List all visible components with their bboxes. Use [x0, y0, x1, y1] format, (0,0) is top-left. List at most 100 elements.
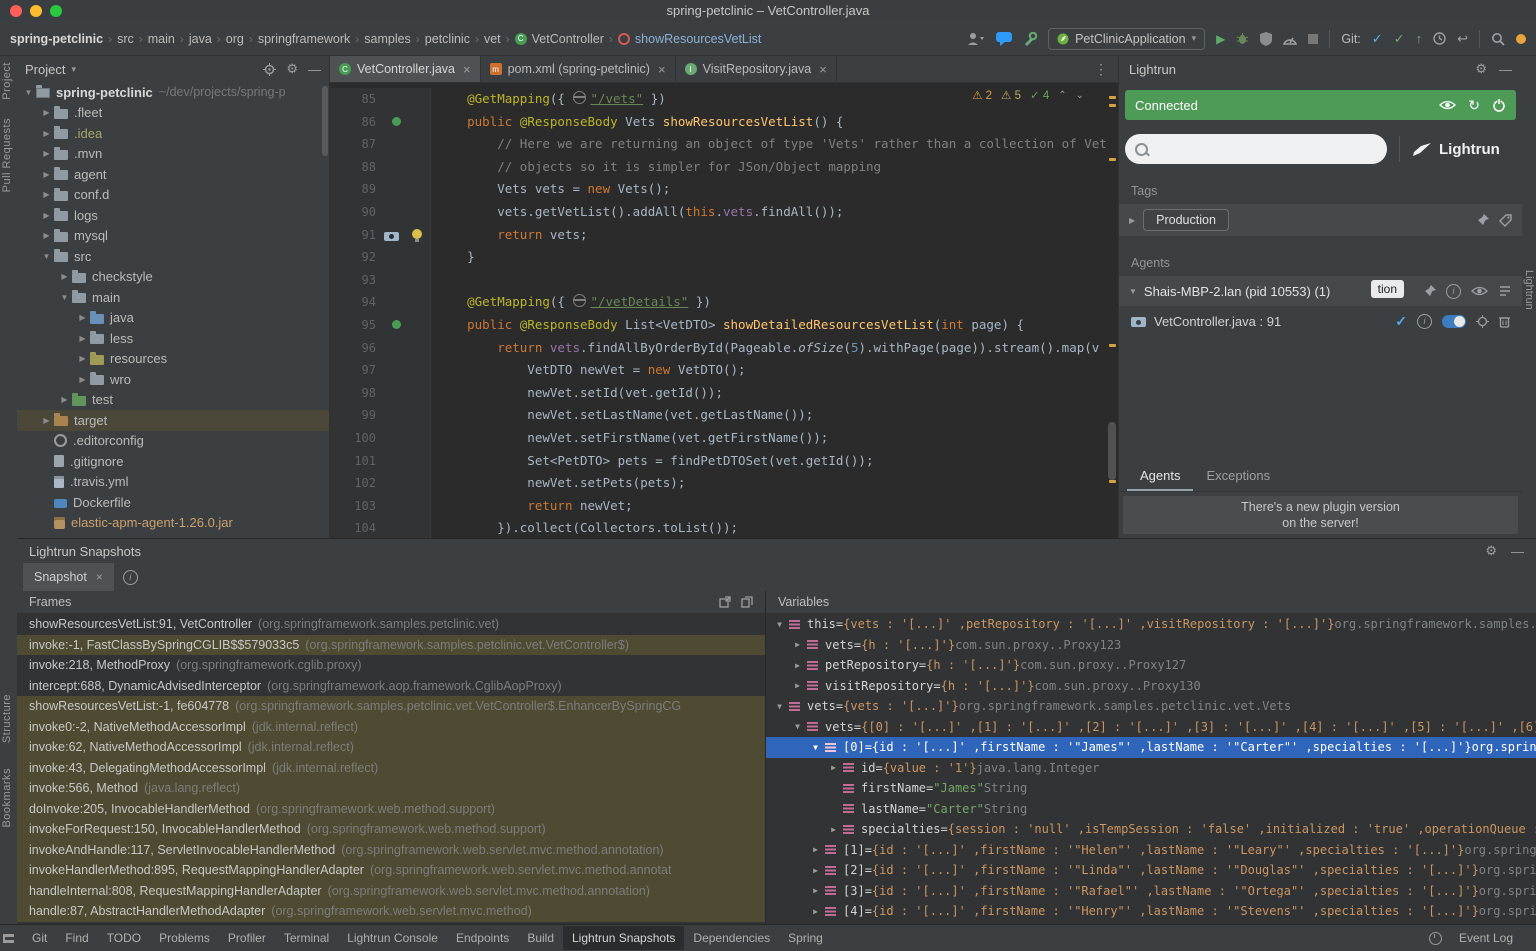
close-tab-icon[interactable]: ×: [463, 62, 471, 77]
close-tab-icon[interactable]: ×: [819, 62, 827, 77]
tree-item-fleet[interactable]: ▶ .fleet: [17, 103, 329, 124]
warning-stripe-mark[interactable]: [1109, 480, 1116, 483]
line-number[interactable]: 97: [330, 359, 382, 382]
editor-scrollbar[interactable]: [1106, 82, 1118, 538]
info-icon[interactable]: i: [1417, 313, 1432, 329]
delete-trash-icon[interactable]: [1499, 315, 1510, 328]
tool-stripe-structure[interactable]: Structure: [1, 694, 13, 743]
line-number[interactable]: 87: [330, 133, 382, 156]
snapshot-enabled-toggle[interactable]: [1442, 314, 1466, 328]
statusbar-build[interactable]: Build: [518, 926, 563, 950]
code-text[interactable]: VetDTO newVet = new VetDTO();: [431, 359, 745, 382]
breadcrumb-item-springframework[interactable]: springframework: [258, 32, 350, 46]
code-text[interactable]: }).collect(Collectors.toList());: [431, 517, 738, 538]
frame-row[interactable]: invoke:-1, FastClassBySpringCGLIB$$57903…: [17, 634, 765, 655]
update-project-icon[interactable]: ✓: [1372, 32, 1383, 45]
chevron-down-icon[interactable]: ▼: [21, 88, 36, 97]
tag-icon[interactable]: [1499, 213, 1512, 227]
tree-item-gitignore[interactable]: .gitignore: [17, 451, 329, 472]
tree-item-elastic-apm-agent-1-26-0-jar[interactable]: elastic-apm-agent-1.26.0.jar: [17, 513, 329, 534]
chevron-right-icon[interactable]: ▶: [39, 211, 54, 220]
variable-row[interactable]: ▼ [0] = {id : '[...]' ,firstName : '"Jame…: [766, 737, 1536, 758]
tag-row[interactable]: ▶ Production: [1119, 204, 1522, 236]
tree-item-checkstyle[interactable]: ▶ checkstyle: [17, 267, 329, 288]
frame-row[interactable]: doInvoke:205, InvocableHandlerMethod (org…: [17, 798, 765, 819]
code-text[interactable]: Set<PetDTO> pets = findPetDTOSet(vet.get…: [431, 450, 873, 473]
frame-row[interactable]: intercept:688, DynamicAdvisedInterceptor…: [17, 676, 765, 697]
chevron-down-icon[interactable]: ▼: [1129, 287, 1137, 296]
code-text[interactable]: return vets;: [431, 224, 587, 247]
line-number[interactable]: 104: [330, 517, 382, 538]
chevron-down-icon[interactable]: ▼: [808, 743, 823, 752]
code-text[interactable]: newVet.setLastName(vet.getLastName());: [431, 404, 813, 427]
variable-row[interactable]: ▶ [4] = {id : '[...]' ,firstName : '"Henr…: [766, 901, 1536, 922]
history-clock-icon[interactable]: [1433, 32, 1446, 45]
variable-row[interactable]: ▶ petRepository = {h : '[...]'} com.sun.p…: [766, 655, 1536, 676]
visibility-eye-icon[interactable]: [1471, 285, 1488, 297]
chevron-right-icon[interactable]: ▶: [75, 313, 90, 322]
chevron-right-icon[interactable]: ▶: [826, 763, 841, 772]
close-tab-icon[interactable]: ×: [658, 62, 666, 77]
frame-row[interactable]: invoke:218, MethodProxy (org.springframew…: [17, 655, 765, 676]
line-number[interactable]: 100: [330, 426, 382, 450]
chevron-right-icon[interactable]: ▶: [75, 334, 90, 343]
tag-production-pill[interactable]: Production: [1143, 209, 1229, 231]
frame-row[interactable]: showResourcesVetList:91, VetController (o…: [17, 614, 765, 635]
frame-row[interactable]: invokeHandlerMethod:895, RequestMappingH…: [17, 860, 765, 881]
line-number[interactable]: 96: [330, 336, 382, 360]
chevron-right-icon[interactable]: ▶: [39, 149, 54, 158]
code-text[interactable]: public @ResponseBody List<VetDTO> showDe…: [431, 314, 1024, 337]
chevron-right-icon[interactable]: ▶: [39, 190, 54, 199]
variable-row[interactable]: ▶ [3] = {id : '[...]' ,firstName : '"Rafa…: [766, 881, 1536, 902]
chevron-right-icon[interactable]: ▶: [808, 845, 823, 854]
variable-row[interactable]: ▶ id = {value : '1'} java.lang.Integer: [766, 758, 1536, 779]
line-number[interactable]: 95: [330, 313, 382, 337]
statusbar-spring[interactable]: Spring: [779, 926, 832, 950]
frame-row[interactable]: showResourcesVetList:-1, fe604778 (org.sp…: [17, 696, 765, 717]
chevron-right-icon[interactable]: ▶: [826, 825, 841, 834]
lightrun-tab-agents[interactable]: Agents: [1127, 461, 1194, 491]
code-text[interactable]: vets.getVetList().addAll(this.vets.findA…: [431, 201, 843, 224]
variable-row[interactable]: ▶ [1] = {id : '[...]' ,firstName : '"Hele…: [766, 840, 1536, 861]
pin-icon[interactable]: [1424, 285, 1436, 297]
tool-stripe-bookmarks[interactable]: Bookmarks: [1, 768, 13, 828]
snapshot-camera-icon[interactable]: [384, 230, 399, 241]
editor-scroll-thumb[interactable]: [1108, 422, 1116, 480]
line-number[interactable]: 94: [330, 291, 382, 314]
warning-stripe-mark[interactable]: [1109, 104, 1116, 107]
tree-item-target[interactable]: ▶ target: [17, 410, 329, 431]
line-number[interactable]: 92: [330, 246, 382, 269]
project-scrollbar[interactable]: [322, 86, 328, 156]
editor-tab-vetcontroller-java[interactable]: C VetController.java ×: [330, 56, 481, 82]
editor-tab-pom-xml-spring-petclinic[interactable]: m pom.xml (spring-petclinic) ×: [481, 56, 676, 82]
editor-options-kebab-icon[interactable]: ⋮: [1084, 56, 1118, 82]
open-frame-icon[interactable]: [719, 596, 731, 608]
coverage-button[interactable]: [1260, 31, 1273, 46]
tree-item-spring-petclinic[interactable]: ▼ spring-petclinic ~/dev/projects/spring-p: [17, 82, 329, 103]
chevron-right-icon[interactable]: ▶: [39, 416, 54, 425]
pin-icon[interactable]: [1477, 214, 1489, 226]
tree-item-java[interactable]: ▶ java: [17, 308, 329, 329]
line-number[interactable]: 89: [330, 178, 382, 201]
code-text[interactable]: return newVet;: [431, 495, 632, 518]
line-number[interactable]: 88: [330, 155, 382, 179]
tree-item-idea[interactable]: ▶ .idea: [17, 123, 329, 144]
tree-item-mvn[interactable]: ▶ .mvn: [17, 144, 329, 165]
refresh-icon[interactable]: ↻: [1468, 97, 1480, 114]
tree-item-editorconfig[interactable]: .editorconfig: [17, 431, 329, 452]
breadcrumb-item-showresourcesvetlist[interactable]: showResourcesVetList: [635, 32, 761, 46]
statusbar-find[interactable]: Find: [56, 926, 97, 950]
code-text[interactable]: [431, 269, 437, 292]
line-number[interactable]: 103: [330, 494, 382, 518]
lightrun-search-input[interactable]: [1154, 140, 1358, 158]
tool-stripe-pull-requests[interactable]: Pull Requests: [1, 118, 13, 192]
code-text[interactable]: // objects so it is simpler for JSon/Obj…: [431, 156, 881, 179]
breadcrumb-item-samples[interactable]: samples: [364, 32, 411, 46]
line-number[interactable]: 91: [330, 223, 382, 247]
breadcrumb-item-vet[interactable]: vet: [484, 32, 501, 46]
frame-row[interactable]: handleInternal:808, RequestMappingHandle…: [17, 880, 765, 901]
code-text[interactable]: }: [431, 246, 475, 269]
chevron-right-icon[interactable]: ▶: [57, 395, 72, 404]
chevron-down-icon[interactable]: ▼: [57, 293, 72, 302]
chevron-right-icon[interactable]: ▶: [39, 108, 54, 117]
